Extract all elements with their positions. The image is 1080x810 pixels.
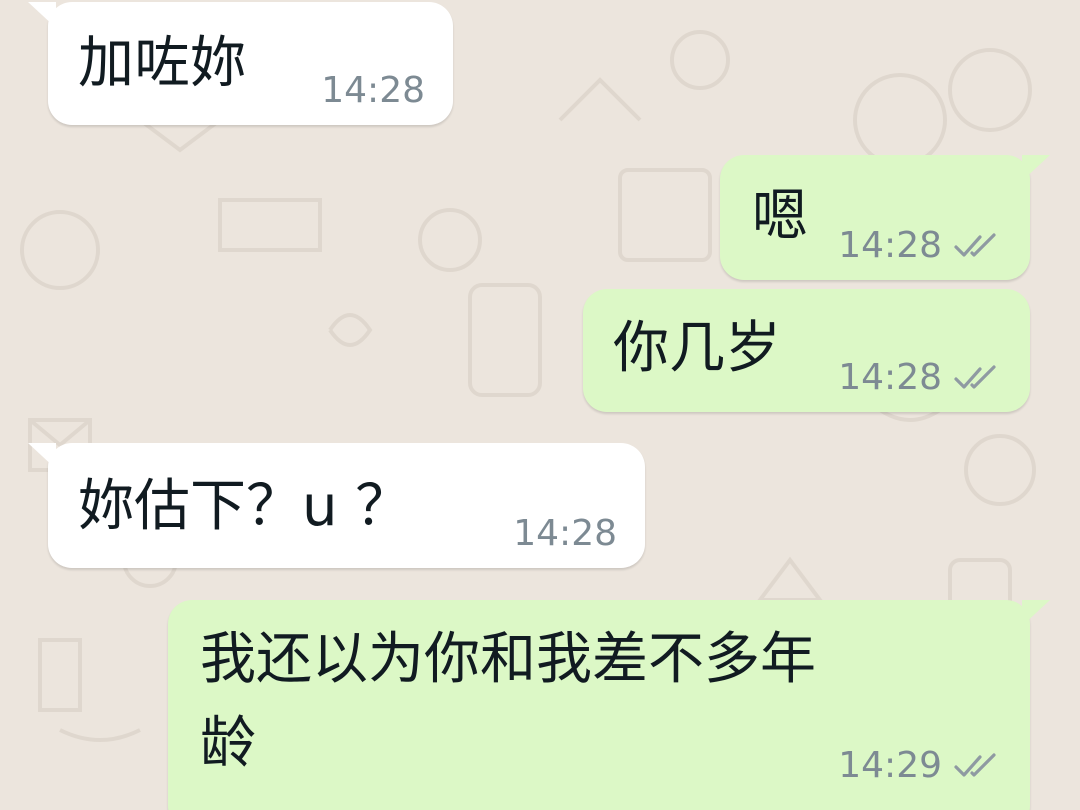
bubble-tail: [1022, 155, 1050, 181]
bubble-tail: [28, 443, 56, 469]
message-text: 嗯: [752, 184, 808, 249]
message-time: 14:29: [838, 745, 942, 786]
message-meta: 14:28: [838, 357, 1002, 398]
double-check-icon: [954, 364, 996, 389]
message-time: 14:28: [513, 513, 617, 554]
message-time: 14:28: [321, 70, 425, 111]
message-meta: 14:28: [838, 225, 1002, 266]
message-meta: 14:28: [321, 70, 425, 111]
chat-message-list: 加咗妳 14:28 嗯 14:28 你几岁 14:28 妳估下？u ？ 14:2…: [0, 0, 1080, 810]
bubble-tail: [28, 2, 56, 28]
message-text-line: 龄: [200, 711, 256, 776]
double-check-icon: [954, 752, 996, 777]
message-meta: 14:28: [513, 513, 617, 554]
double-check-icon: [954, 232, 996, 257]
message-text: 你几岁: [613, 316, 781, 381]
message-text-line: 我还以为你和我差不多年: [200, 627, 816, 692]
message-bubble-incoming[interactable]: 妳估下？u ？ 14:28: [28, 443, 645, 568]
message-text: 加咗妳: [78, 31, 246, 96]
message-bubble-outgoing[interactable]: 我还以为你和我差不多年 龄 14:29: [168, 600, 1050, 810]
bubble-tail: [1022, 600, 1050, 626]
message-meta: 14:29: [838, 745, 1002, 786]
message-bubble-incoming[interactable]: 加咗妳 14:28: [28, 2, 453, 125]
message-text: 妳估下？u ？: [78, 474, 412, 539]
message-time: 14:28: [838, 225, 942, 266]
message-bubble-outgoing[interactable]: 嗯 14:28: [720, 155, 1050, 280]
message-time: 14:28: [838, 357, 942, 398]
message-bubble-outgoing[interactable]: 你几岁 14:28: [583, 289, 1030, 412]
